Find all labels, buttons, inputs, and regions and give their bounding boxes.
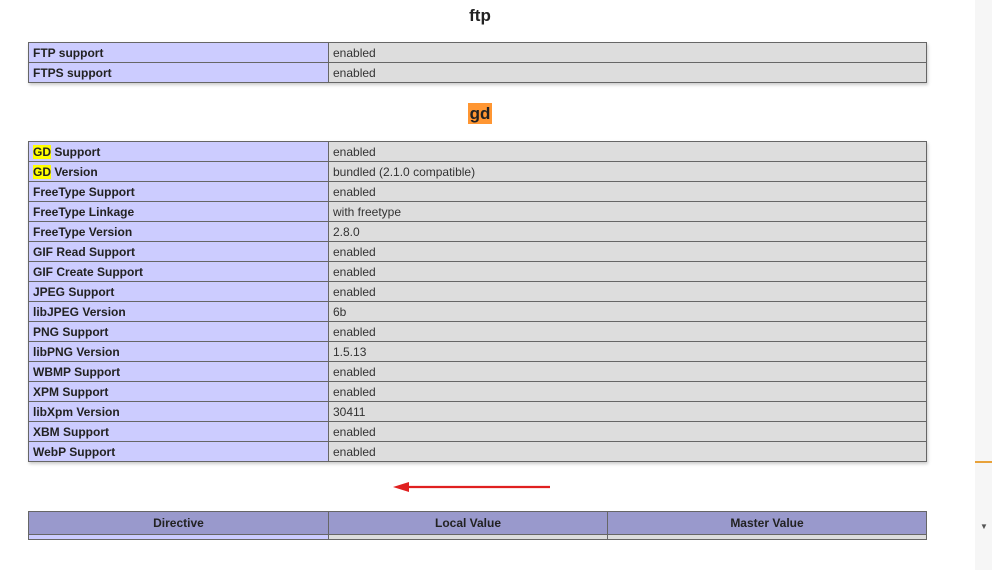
row-name-text: Version <box>51 164 98 179</box>
table-row: libPNG Version 1.5.13 <box>28 341 927 362</box>
table-row: PNG Support enabled <box>28 321 927 342</box>
row-value: enabled <box>328 441 927 462</box>
row-name: FTP support <box>28 42 329 63</box>
row-name: JPEG Support <box>28 281 329 302</box>
vertical-scrollbar[interactable] <box>975 0 992 570</box>
arrow-head <box>393 482 409 492</box>
table-header-row: Directive Local Value Master Value <box>28 511 927 535</box>
row-value: enabled <box>328 62 927 83</box>
table-row <box>28 534 927 540</box>
row-value: enabled <box>328 421 927 442</box>
row-name-text: Support <box>51 144 101 159</box>
section-title-gd-text: gd <box>467 103 493 124</box>
row-name: libJPEG Version <box>28 301 329 322</box>
column-header-local-value: Local Value <box>328 511 608 535</box>
table-row: XPM Support enabled <box>28 381 927 402</box>
row-name: WebP Support <box>28 441 329 462</box>
row-value: 30411 <box>328 401 927 422</box>
search-highlight: GD <box>33 144 51 159</box>
table-row: FreeType Version 2.8.0 <box>28 221 927 242</box>
row-name: PNG Support <box>28 321 329 342</box>
row-name: GD Version <box>28 161 329 182</box>
row-value: 1.5.13 <box>328 341 927 362</box>
row-value: enabled <box>328 181 927 202</box>
row-name: GD Support <box>28 141 329 162</box>
table-row: GIF Read Support enabled <box>28 241 927 262</box>
section-title-ftp-text: ftp <box>469 6 491 25</box>
table-row: FTPS support enabled <box>28 62 927 83</box>
table-row: WebP Support enabled <box>28 441 927 462</box>
row-name <box>28 534 329 540</box>
phpinfo-page: ftp FTP support enabled FTPS support ena… <box>0 0 975 570</box>
row-value: bundled (2.1.0 compatible) <box>328 161 927 182</box>
row-value <box>328 534 608 540</box>
table-row: FreeType Linkage with freetype <box>28 201 927 222</box>
table-row: GD Version bundled (2.1.0 compatible) <box>28 161 927 182</box>
row-name: FreeType Linkage <box>28 201 329 222</box>
table-row: JPEG Support enabled <box>28 281 927 302</box>
table-row: GIF Create Support enabled <box>28 261 927 282</box>
row-name: GIF Read Support <box>28 241 329 262</box>
row-name: FreeType Version <box>28 221 329 242</box>
row-name: FTPS support <box>28 62 329 83</box>
row-value: 2.8.0 <box>328 221 927 242</box>
row-name: libXpm Version <box>28 401 329 422</box>
table-row: libJPEG Version 6b <box>28 301 927 322</box>
row-value: enabled <box>328 281 927 302</box>
table-row: GD Support enabled <box>28 141 927 162</box>
row-value: enabled <box>328 361 927 382</box>
row-value: enabled <box>328 241 927 262</box>
table-row: XBM Support enabled <box>28 421 927 442</box>
row-value: enabled <box>328 261 927 282</box>
row-value: enabled <box>328 42 927 63</box>
row-name: XPM Support <box>28 381 329 402</box>
row-name: XBM Support <box>28 421 329 442</box>
row-name: GIF Create Support <box>28 261 329 282</box>
row-value <box>607 534 927 540</box>
column-header-master-value: Master Value <box>607 511 927 535</box>
search-highlight: GD <box>33 164 51 179</box>
section-title-gd: gd <box>0 103 960 124</box>
row-value: 6b <box>328 301 927 322</box>
row-value: enabled <box>328 141 927 162</box>
row-name: libPNG Version <box>28 341 329 362</box>
table-row: libXpm Version 30411 <box>28 401 927 422</box>
row-value: enabled <box>328 381 927 402</box>
table-row: FTP support enabled <box>28 42 927 63</box>
row-value: enabled <box>328 321 927 342</box>
column-header-directive: Directive <box>28 511 329 535</box>
scrollbar-search-marker <box>975 461 992 463</box>
scroll-down-arrow-icon[interactable]: ▼ <box>979 522 989 532</box>
section-title-ftp: ftp <box>0 6 960 26</box>
table-row: FreeType Support enabled <box>28 181 927 202</box>
ftp-table: FTP support enabled FTPS support enabled <box>28 42 927 83</box>
row-name: WBMP Support <box>28 361 329 382</box>
annotation-arrow-icon <box>393 482 550 492</box>
directives-table: Directive Local Value Master Value <box>28 511 927 540</box>
row-name: FreeType Support <box>28 181 329 202</box>
table-row: WBMP Support enabled <box>28 361 927 382</box>
gd-table: GD Support enabled GD Version bundled (2… <box>28 141 927 462</box>
row-value: with freetype <box>328 201 927 222</box>
